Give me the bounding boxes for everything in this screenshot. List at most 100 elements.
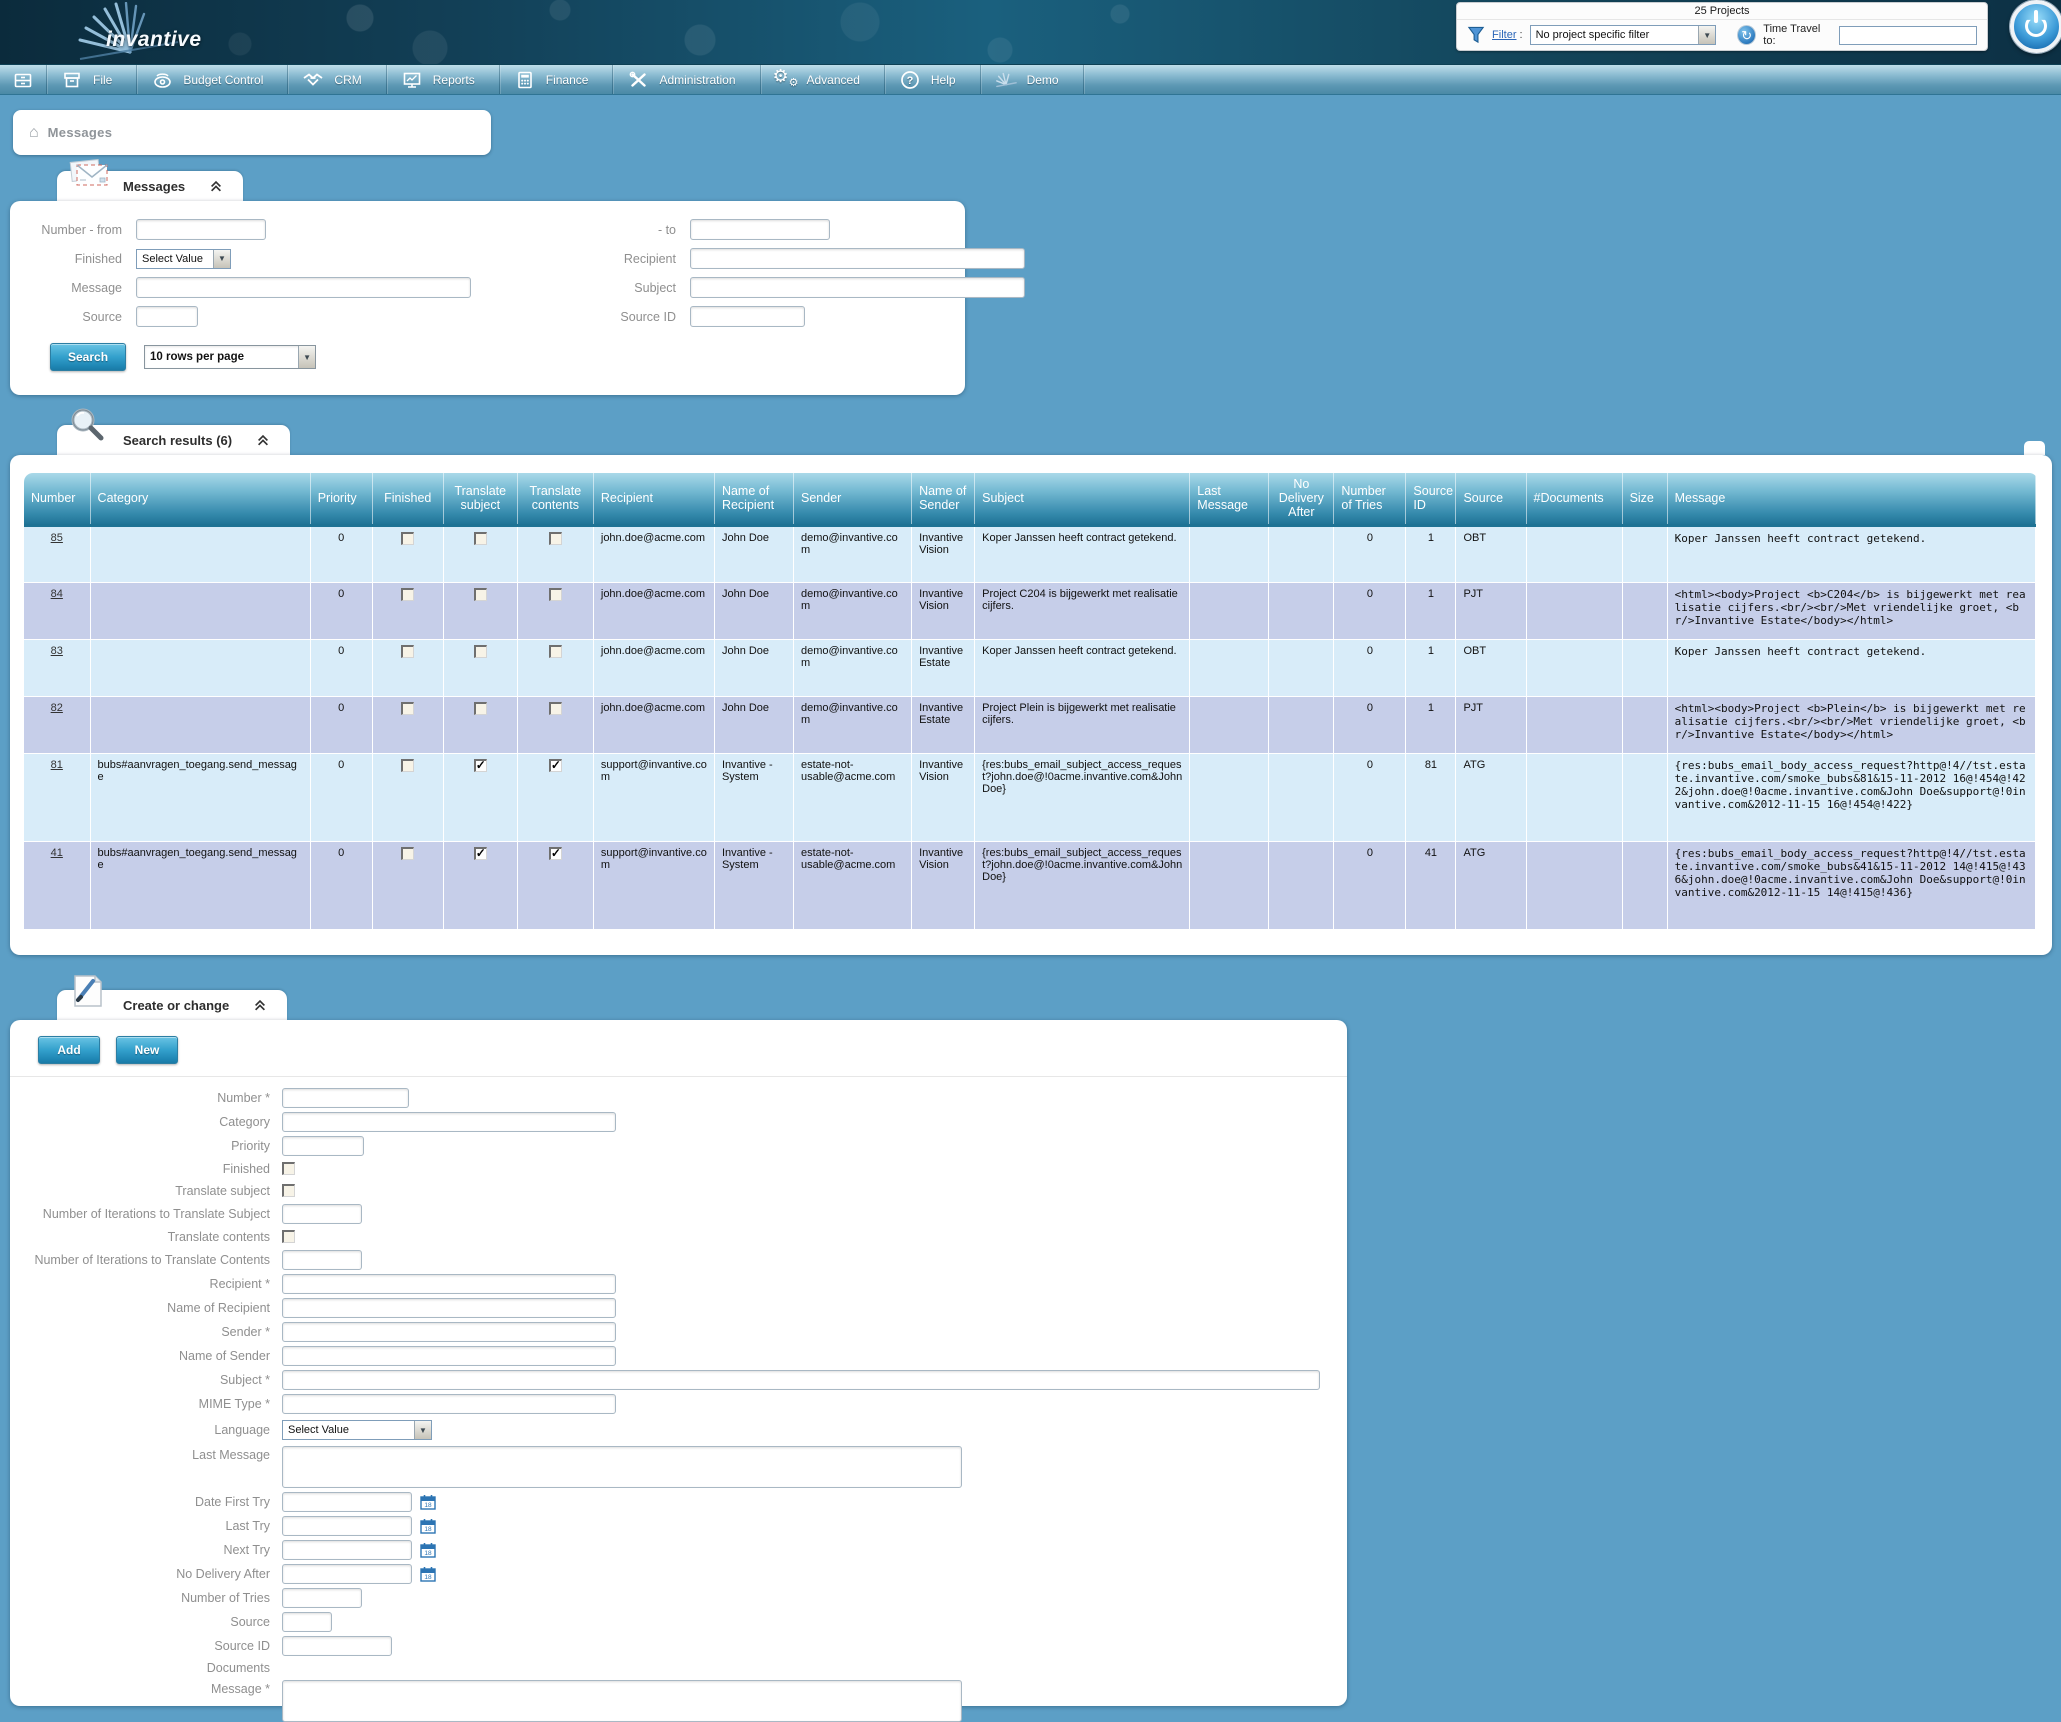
col-recipient[interactable]: Recipient bbox=[593, 473, 715, 527]
name-of-sender-input[interactable] bbox=[282, 1345, 616, 1366]
col-number-of-tries[interactable]: Number of Tries bbox=[1333, 473, 1407, 527]
col-source-id[interactable]: Source ID bbox=[1405, 473, 1457, 527]
translate-subject-checkbox[interactable] bbox=[282, 1184, 295, 1197]
col-name-of-sender[interactable]: Name of Sender bbox=[911, 473, 976, 527]
menu-item-finance[interactable]: Finance bbox=[500, 65, 614, 94]
message-number-link[interactable]: 85 bbox=[51, 532, 63, 544]
new-button[interactable]: New bbox=[116, 1036, 178, 1064]
menu-home-drawer[interactable] bbox=[0, 65, 47, 94]
rows-per-page-select[interactable]: 10 rows per page ▼ bbox=[144, 345, 317, 369]
calendar-icon[interactable]: 18 bbox=[420, 1542, 436, 1558]
translate-contents-checkbox[interactable] bbox=[548, 701, 562, 715]
translate-contents-checkbox[interactable] bbox=[548, 846, 562, 860]
translate-subject-checkbox[interactable] bbox=[473, 846, 487, 860]
message-search-input[interactable] bbox=[136, 277, 471, 298]
translate-subject-checkbox[interactable] bbox=[473, 644, 487, 658]
subject-search-input[interactable] bbox=[690, 277, 1025, 298]
collapsed-corner-tab[interactable] bbox=[2024, 441, 2045, 455]
col-message[interactable]: Message bbox=[1667, 473, 2037, 527]
time-travel-input[interactable] bbox=[1839, 25, 1977, 45]
translate-contents-checkbox[interactable] bbox=[548, 587, 562, 601]
translate-contents-checkbox[interactable] bbox=[548, 758, 562, 772]
col-finished[interactable]: Finished bbox=[372, 473, 444, 527]
calendar-icon[interactable]: 18 bbox=[420, 1566, 436, 1582]
col-sender[interactable]: Sender bbox=[793, 473, 913, 527]
col-no-delivery-after[interactable]: No Delivery After bbox=[1268, 473, 1335, 527]
col-category[interactable]: Category bbox=[90, 473, 311, 527]
chevron-down-icon[interactable]: ▼ bbox=[298, 346, 316, 368]
calendar-icon[interactable]: 18 bbox=[420, 1518, 436, 1534]
finished-checkbox[interactable] bbox=[401, 644, 415, 658]
number-from-input[interactable] bbox=[136, 219, 266, 240]
last-message-input[interactable] bbox=[282, 1446, 962, 1488]
finished-select[interactable]: Select Value ▼ bbox=[136, 248, 231, 269]
finished-checkbox[interactable] bbox=[401, 758, 415, 772]
filter-link[interactable]: Filter bbox=[1492, 29, 1516, 41]
home-icon[interactable]: ⌂ bbox=[29, 124, 39, 141]
finished-checkbox[interactable] bbox=[401, 587, 415, 601]
col-translate-contents[interactable]: Translate contents bbox=[517, 473, 594, 527]
message-number-link[interactable]: 84 bbox=[51, 588, 63, 600]
number-to-input[interactable] bbox=[690, 219, 830, 240]
breadcrumb-label[interactable]: Messages bbox=[48, 125, 113, 140]
message-number-link[interactable]: 82 bbox=[51, 702, 63, 714]
date-first-try-input[interactable] bbox=[282, 1491, 412, 1512]
menu-item-crm[interactable]: CRM bbox=[288, 65, 387, 94]
col-priority[interactable]: Priority bbox=[310, 473, 373, 527]
tab-create-or-change[interactable]: Create or change bbox=[57, 975, 288, 1020]
logout-power-button[interactable] bbox=[2010, 0, 2061, 53]
collapse-chevron-icon[interactable] bbox=[256, 433, 270, 447]
number-of-tries-input[interactable] bbox=[282, 1587, 362, 1608]
source-id-search-input[interactable] bbox=[690, 306, 805, 327]
message-number-link[interactable]: 81 bbox=[51, 759, 63, 771]
source-input[interactable] bbox=[282, 1611, 332, 1632]
message-number-link[interactable]: 41 bbox=[51, 847, 63, 859]
iterations-contents-input[interactable] bbox=[282, 1249, 362, 1270]
translate-contents-checkbox[interactable] bbox=[282, 1230, 295, 1243]
translate-contents-checkbox[interactable] bbox=[548, 644, 562, 658]
last-try-input[interactable] bbox=[282, 1515, 412, 1536]
language-select[interactable]: Select Value ▼ bbox=[282, 1420, 432, 1440]
number-input[interactable] bbox=[282, 1087, 409, 1108]
no-delivery-after-input[interactable] bbox=[282, 1563, 412, 1584]
translate-contents-checkbox[interactable] bbox=[548, 531, 562, 545]
next-try-input[interactable] bbox=[282, 1539, 412, 1560]
source-id-input[interactable] bbox=[282, 1635, 392, 1656]
collapse-chevron-icon[interactable] bbox=[253, 998, 267, 1012]
menu-item-budget-control[interactable]: Budget Control bbox=[137, 65, 289, 94]
tab-messages[interactable]: Messages bbox=[57, 159, 244, 201]
col-last-message[interactable]: Last Message bbox=[1189, 473, 1270, 527]
menu-item-demo[interactable]: Demo bbox=[981, 65, 1084, 94]
menu-item-reports[interactable]: Reports bbox=[387, 65, 500, 94]
source-search-input[interactable] bbox=[136, 306, 198, 327]
message-input[interactable] bbox=[282, 1680, 962, 1722]
translate-subject-checkbox[interactable] bbox=[473, 587, 487, 601]
add-button[interactable]: Add bbox=[38, 1036, 100, 1064]
sender-input[interactable] bbox=[282, 1321, 616, 1342]
collapse-chevron-icon[interactable] bbox=[209, 179, 223, 193]
chevron-down-icon[interactable]: ▼ bbox=[213, 249, 230, 268]
iterations-subject-input[interactable] bbox=[282, 1203, 362, 1224]
finished-checkbox[interactable] bbox=[282, 1162, 295, 1175]
finished-checkbox[interactable] bbox=[401, 531, 415, 545]
message-number-link[interactable]: 83 bbox=[51, 645, 63, 657]
chevron-down-icon[interactable]: ▼ bbox=[1698, 26, 1716, 44]
recipient-input[interactable] bbox=[282, 1273, 616, 1294]
name-of-recipient-input[interactable] bbox=[282, 1297, 616, 1318]
col-size[interactable]: Size bbox=[1622, 473, 1668, 527]
category-input[interactable] bbox=[282, 1111, 616, 1132]
subject-input[interactable] bbox=[282, 1369, 1320, 1390]
menu-item-administration[interactable]: Administration bbox=[613, 65, 761, 94]
col-documents[interactable]: #Documents bbox=[1526, 473, 1623, 527]
calendar-icon[interactable]: 18 bbox=[420, 1494, 436, 1510]
tab-search-results[interactable]: Search results (6) bbox=[57, 408, 291, 455]
col-subject[interactable]: Subject bbox=[974, 473, 1191, 527]
col-source[interactable]: Source bbox=[1455, 473, 1527, 527]
finished-checkbox[interactable] bbox=[401, 701, 415, 715]
translate-subject-checkbox[interactable] bbox=[473, 531, 487, 545]
priority-input[interactable] bbox=[282, 1135, 364, 1156]
chevron-down-icon[interactable]: ▼ bbox=[414, 1421, 431, 1439]
col-translate-subject[interactable]: Translate subject bbox=[443, 473, 518, 527]
menu-item-file[interactable]: File bbox=[47, 65, 138, 94]
translate-subject-checkbox[interactable] bbox=[473, 701, 487, 715]
